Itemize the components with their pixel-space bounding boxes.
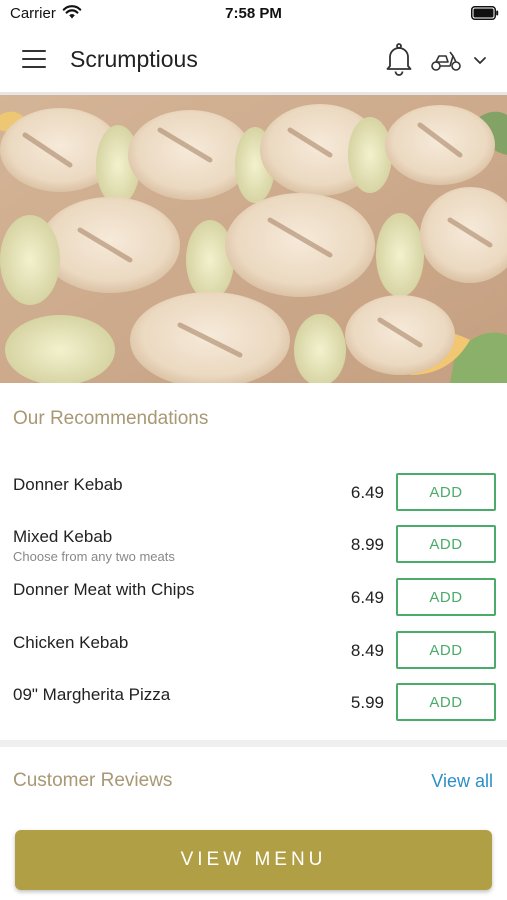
battery-icon — [471, 6, 499, 20]
menu-item: Donner Meat with Chips 6.49 ADD — [0, 578, 507, 630]
item-name: Mixed Kebab — [13, 527, 113, 546]
item-name: 09" Margherita Pizza — [13, 685, 171, 704]
status-time: 7:58 PM — [225, 5, 282, 22]
add-button[interactable]: ADD — [396, 578, 496, 616]
item-name: Chicken Kebab — [13, 633, 129, 652]
app-header: Scrumptious — [0, 28, 507, 92]
menu-item: Mixed Kebab Choose from any two meats 8.… — [0, 525, 507, 577]
section-divider — [0, 740, 507, 747]
app-title: Scrumptious — [70, 46, 198, 72]
view-all-reviews-link[interactable]: View all — [431, 771, 493, 792]
item-price: 5.99 — [350, 693, 384, 712]
view-menu-button[interactable]: VIEW MENU — [15, 830, 492, 890]
item-price: 6.49 — [350, 483, 384, 502]
item-name: Donner Kebab — [13, 475, 123, 494]
menu-item: Chicken Kebab 8.49 ADD — [0, 631, 507, 683]
item-price: 8.99 — [350, 535, 384, 554]
bell-icon[interactable] — [385, 42, 413, 76]
item-name: Donner Meat with Chips — [13, 580, 195, 599]
item-description: Choose from any two meats — [13, 549, 175, 564]
add-button[interactable]: ADD — [396, 525, 496, 563]
add-button[interactable]: ADD — [396, 683, 496, 721]
hero-food-image — [0, 95, 507, 383]
item-price: 8.49 — [350, 641, 384, 660]
chevron-down-icon[interactable] — [472, 52, 488, 68]
add-button[interactable]: ADD — [396, 473, 496, 511]
menu-item: 09" Margherita Pizza 5.99 ADD — [0, 683, 507, 735]
reviews-title: Customer Reviews — [13, 770, 173, 791]
menu-item: Donner Kebab 6.49 ADD — [0, 473, 507, 525]
add-button[interactable]: ADD — [396, 631, 496, 669]
kebab-skewers-image — [0, 95, 507, 383]
status-bar: Carrier 7:58 PM — [0, 0, 507, 28]
recommendations-title: Our Recommendations — [13, 408, 209, 429]
menu-icon[interactable] — [22, 48, 48, 70]
item-price: 6.49 — [350, 588, 384, 607]
scooter-icon[interactable] — [430, 48, 462, 72]
